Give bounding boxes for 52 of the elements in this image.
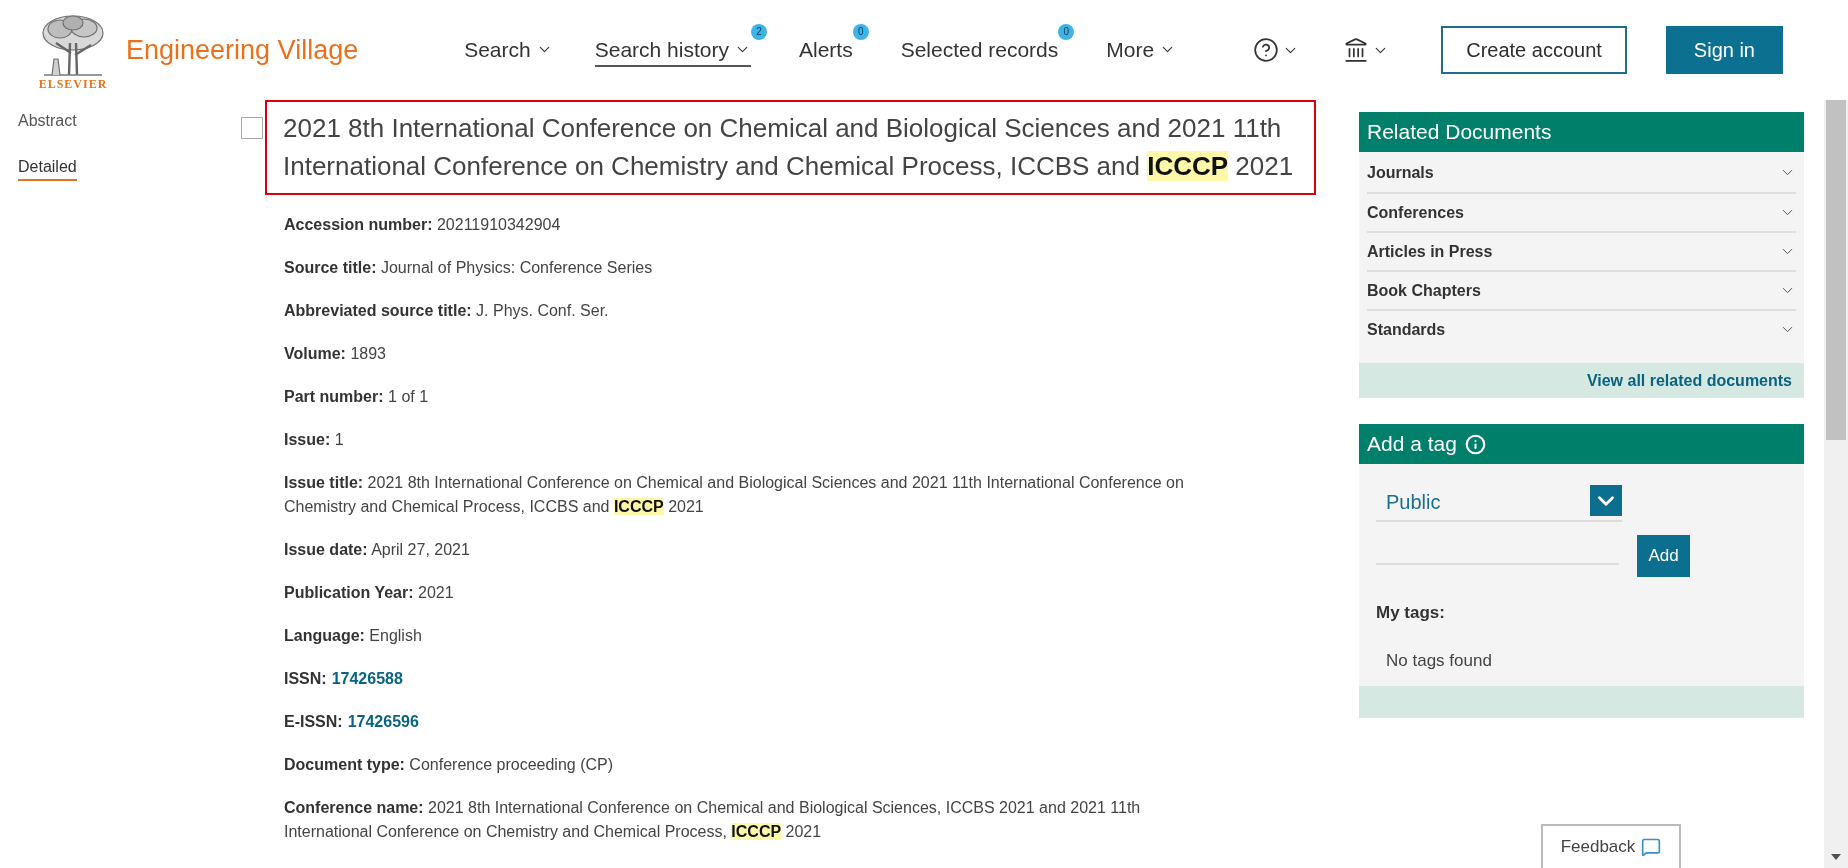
count-badge: 2 bbox=[750, 23, 767, 40]
chevron-down-icon bbox=[1590, 485, 1622, 516]
view-tab[interactable]: Detailed bbox=[18, 157, 77, 181]
field-text: Issue: 1 bbox=[284, 430, 345, 450]
empty-message: No tags found bbox=[1385, 651, 1492, 671]
count-badge: 0 bbox=[852, 23, 869, 40]
field-text: Volume: 1893 bbox=[284, 344, 387, 364]
field-text: Publication Year: 2021 bbox=[284, 583, 455, 603]
create-account-button[interactable]: Create account bbox=[1441, 26, 1627, 74]
accordion-row[interactable]: Articles in Press bbox=[1367, 231, 1796, 270]
info-icon[interactable] bbox=[1464, 433, 1486, 455]
field-text: Conference name: 2021 8th International Conference on Chemical and Biological Sciences, ICCBS 2021 and 2021 11th International Conference on Chemistry and Chemical Process, ICCCP 2021 bbox=[284, 798, 1142, 842]
accordion-row[interactable]: Journals bbox=[1367, 153, 1796, 192]
my-tags-label: My tags: bbox=[1376, 603, 1445, 623]
record-title: 2021 8th International Conference on Chemical and Biological Sciences and 2021 11th International Conference on Chemistry and Chemical Process, ICCBS and ICCCP 2021 bbox=[265, 100, 1316, 195]
issn-link[interactable]: 17426596 bbox=[347, 710, 419, 734]
issn-link[interactable]: 17426588 bbox=[331, 667, 403, 691]
add-button[interactable]: Add bbox=[1637, 535, 1690, 577]
field-text: Issue title: 2021 8th International Conference on Chemical and Biological Sciences and 2021 11th International Conference on Chemistry and Chemical Process, ICCBS and ICCCP 2021 bbox=[284, 473, 1185, 517]
building-columns-icon bbox=[1343, 37, 1370, 63]
help-icon bbox=[1253, 37, 1280, 63]
nav-link[interactable]: Selected records bbox=[900, 33, 1059, 67]
scrollbar-thumb[interactable] bbox=[1826, 100, 1846, 440]
sign-in-button[interactable]: Sign in bbox=[1665, 26, 1783, 74]
speech-bubble-icon bbox=[1641, 837, 1662, 857]
field-text: Part number: 1 of 1 bbox=[284, 387, 430, 407]
field-text: Source title: Journal of Physics: Conference Series bbox=[284, 258, 654, 278]
nav-link[interactable]: Search history bbox=[594, 33, 751, 67]
nav-link[interactable]: Search bbox=[464, 33, 553, 67]
field-text: Issue date: April 27, 2021 bbox=[284, 540, 471, 560]
field-label: ISSN: bbox=[284, 669, 327, 689]
accordion-row[interactable]: Book Chapters bbox=[1367, 270, 1796, 309]
feedback-button[interactable]: Feedback bbox=[1541, 824, 1681, 868]
view-tab[interactable]: Abstract bbox=[18, 111, 77, 135]
record-checkbox[interactable] bbox=[241, 117, 263, 139]
field-text: Language: English bbox=[284, 626, 423, 646]
field-text: Accession number: 20211910342904 bbox=[284, 215, 562, 235]
panel-title: Add a tag bbox=[1367, 432, 1457, 456]
visibility-select[interactable]: Public bbox=[1376, 485, 1622, 522]
scroll-down-arrow-icon[interactable] bbox=[1831, 854, 1841, 860]
panel-header: Related Documents bbox=[1359, 112, 1804, 152]
view-all-link[interactable]: View all related documents bbox=[1586, 371, 1792, 390]
scrollbar[interactable] bbox=[1824, 100, 1848, 868]
field-text: Document type: Conference proceeding (CP) bbox=[284, 755, 615, 775]
count-badge: 0 bbox=[1058, 23, 1075, 40]
nav-link[interactable]: Alerts bbox=[798, 33, 853, 67]
logo-wordmark: ELSEVIER bbox=[38, 77, 108, 90]
field-text: Abbreviated source title: J. Phys. Conf. Ser. bbox=[284, 301, 610, 321]
accordion-row[interactable]: Standards bbox=[1367, 309, 1796, 348]
accordion-row[interactable]: Conferences bbox=[1367, 192, 1796, 231]
nav-link[interactable]: More bbox=[1106, 33, 1177, 67]
field-label: E-ISSN: bbox=[284, 712, 343, 732]
